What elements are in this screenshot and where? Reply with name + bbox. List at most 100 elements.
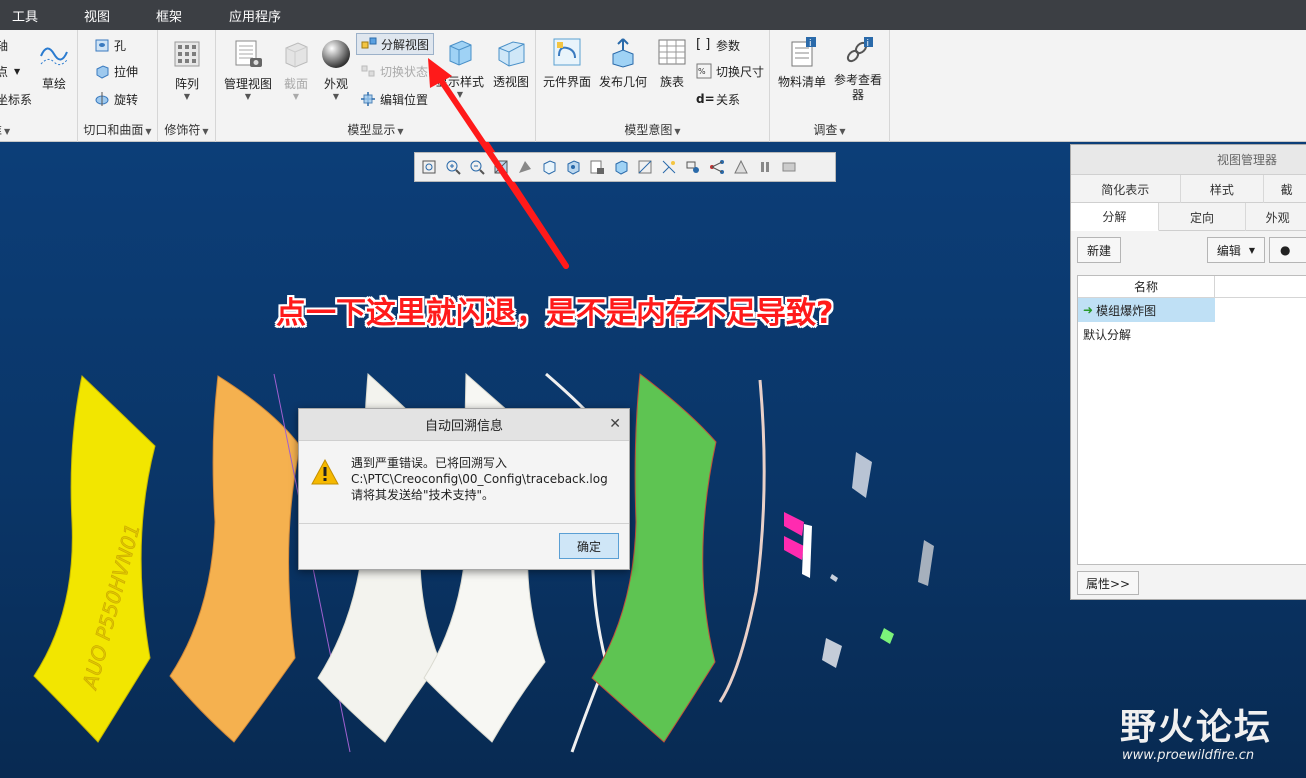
options-button[interactable]: ●: [1269, 237, 1306, 263]
csys-button[interactable]: 坐标系: [0, 88, 32, 110]
section-label: 截面: [283, 77, 308, 91]
svg-text:%: %: [698, 67, 706, 76]
column-name-header[interactable]: 名称: [1078, 276, 1215, 297]
active-arrow-icon: ➜: [1083, 303, 1094, 317]
pause-icon[interactable]: [755, 157, 775, 177]
edit-position-button[interactable]: 编辑位置: [360, 88, 428, 110]
manage-views-icon: [235, 40, 262, 67]
explode-view-icon: [361, 37, 377, 49]
appearance-button[interactable]: 外观 ▼: [316, 38, 356, 101]
tab-style[interactable]: 样式: [1181, 175, 1265, 203]
dialog-message: 遇到严重错误。已将回溯写入 C:\PTC\Creoconfig\00_Confi…: [351, 455, 608, 523]
datum-display-icon[interactable]: [635, 157, 655, 177]
perspective-icon: [498, 41, 525, 67]
list-item[interactable]: ➜ 模组爆炸图: [1078, 298, 1215, 322]
ribbon: 轴 点▼ 坐标系 草绘 准▼ 孔 拉伸 旋转 切口和曲面▼: [0, 30, 1306, 142]
menu-framework[interactable]: 框架: [152, 6, 186, 25]
graphics-viewport[interactable]: AUO P550HVN01 点一下这里就闪退，是不是内存不足导致? 自动回溯信息…: [0, 142, 1306, 778]
new-button[interactable]: 新建: [1077, 237, 1121, 263]
zoom-in-icon[interactable]: [443, 157, 463, 177]
point-label: 点: [0, 64, 9, 79]
hole-button[interactable]: 孔: [94, 34, 126, 56]
axis-display-icon[interactable]: [707, 157, 727, 177]
pattern-icon: [174, 41, 200, 67]
close-icon[interactable]: ✕: [609, 416, 621, 432]
gray-piece-3: [822, 638, 842, 668]
snapshot-icon[interactable]: [779, 157, 799, 177]
tab-explode[interactable]: 分解: [1071, 203, 1159, 231]
extrude-button[interactable]: 拉伸: [94, 60, 138, 82]
saved-orientations-icon[interactable]: [539, 157, 559, 177]
tab-orient[interactable]: 定向: [1159, 203, 1247, 231]
section-toolbar-icon[interactable]: [611, 157, 631, 177]
group-datum-label[interactable]: 准▼: [0, 121, 77, 138]
group-model-display: 管理视图 ▼ 截面 ▼ 外观 ▼ 分解视图 切换状态 编辑位置 显示样式 ▼ 透…: [216, 30, 536, 142]
eye-icon: ●: [1280, 243, 1291, 257]
magenta-piece-2: [784, 536, 804, 560]
edit-dropdown[interactable]: 编辑 ▼: [1207, 237, 1265, 263]
view-manager-icon[interactable]: [563, 157, 583, 177]
menu-tools[interactable]: 工具: [8, 6, 42, 25]
section-button[interactable]: 截面 ▼: [278, 38, 314, 101]
switch-dimensions-button[interactable]: % 切换尺寸: [696, 60, 764, 82]
display-style-toolbar-icon[interactable]: [515, 157, 535, 177]
sketch-label: 草绘: [41, 77, 66, 91]
bom-label: 物料清单: [777, 75, 826, 89]
parameters-label: 参数: [716, 38, 741, 53]
publish-geometry-button[interactable]: 发布几何: [596, 36, 650, 90]
bom-button[interactable]: i 物料清单: [774, 36, 830, 90]
axis-button[interactable]: 轴: [0, 34, 8, 56]
parameters-button[interactable]: [ ] 参数: [696, 34, 740, 56]
group-model-intent-label[interactable]: 模型意图 ▼: [536, 121, 769, 138]
revolve-button[interactable]: 旋转: [94, 88, 138, 110]
display-style-dropdown-icon: ▼: [456, 90, 464, 99]
annotation-display-icon[interactable]: [659, 157, 679, 177]
bom-icon: i: [791, 37, 816, 67]
list-item[interactable]: 默认分解: [1078, 322, 1306, 346]
zoom-refit-icon[interactable]: [419, 157, 439, 177]
edit-position-label: 编辑位置: [380, 92, 429, 107]
ok-button[interactable]: 确定: [559, 533, 619, 559]
toggle-status-button[interactable]: 切换状态: [360, 60, 428, 82]
tab-simplified-rep[interactable]: 简化表示: [1071, 175, 1181, 203]
group-investigate-label[interactable]: 调查 ▼: [770, 121, 889, 138]
perspective-button[interactable]: 透视图: [490, 36, 532, 90]
group-cut-surface-label[interactable]: 切口和曲面 ▼: [78, 121, 157, 138]
menu-applications[interactable]: 应用程序: [225, 6, 285, 25]
reference-viewer-button[interactable]: i 参考查看器: [830, 36, 886, 103]
relations-icon: d=: [696, 92, 715, 106]
group-modifiers-label[interactable]: 修饰符 ▼: [158, 121, 215, 138]
toggle-status-icon: [361, 65, 375, 77]
explode-view-label: 分解视图: [381, 37, 430, 52]
svg-text:i: i: [809, 39, 812, 49]
zoom-out-icon[interactable]: [467, 157, 487, 177]
menubar: 工具 视图 框架 应用程序: [0, 0, 1306, 30]
gray-piece-2: [918, 540, 934, 586]
component-interface-button[interactable]: 元件界面: [540, 36, 594, 90]
appearance-label: 外观: [323, 77, 348, 91]
manage-views-button[interactable]: 管理视图 ▼: [220, 38, 276, 101]
toggle-status-label: 切换状态: [380, 64, 429, 79]
group-model-display-label[interactable]: 模型显示 ▼: [216, 121, 535, 138]
display-style-button[interactable]: 显示样式 ▼: [434, 36, 486, 99]
point-display-icon[interactable]: [731, 157, 751, 177]
family-table-button[interactable]: 族表: [652, 36, 692, 90]
tab-appearance[interactable]: 外观: [1246, 203, 1306, 231]
dialog-title: 自动回溯信息: [424, 419, 503, 434]
explode-view-button[interactable]: 分解视图: [356, 33, 435, 55]
menu-view[interactable]: 视图: [80, 6, 114, 25]
view-manager-title: 视图管理器: [1071, 145, 1306, 175]
point-button[interactable]: 点 ▼: [0, 60, 20, 82]
repaint-icon[interactable]: [491, 157, 511, 177]
pattern-button[interactable]: 阵列 ▼: [168, 38, 206, 101]
revolve-icon: [95, 92, 109, 106]
relations-button[interactable]: d= 关系: [696, 88, 740, 110]
group-investigate: i 物料清单 i 参考查看器 调查 ▼: [770, 30, 890, 142]
display-style-cube-icon: [449, 40, 472, 66]
sketch-button[interactable]: 草绘: [36, 38, 72, 92]
tiny-gray-piece: [830, 574, 838, 582]
properties-button[interactable]: 属性>>: [1077, 571, 1139, 595]
perspective-toolbar-icon[interactable]: [587, 157, 607, 177]
tab-section[interactable]: 截: [1264, 175, 1306, 203]
spin-center-icon[interactable]: [683, 157, 703, 177]
